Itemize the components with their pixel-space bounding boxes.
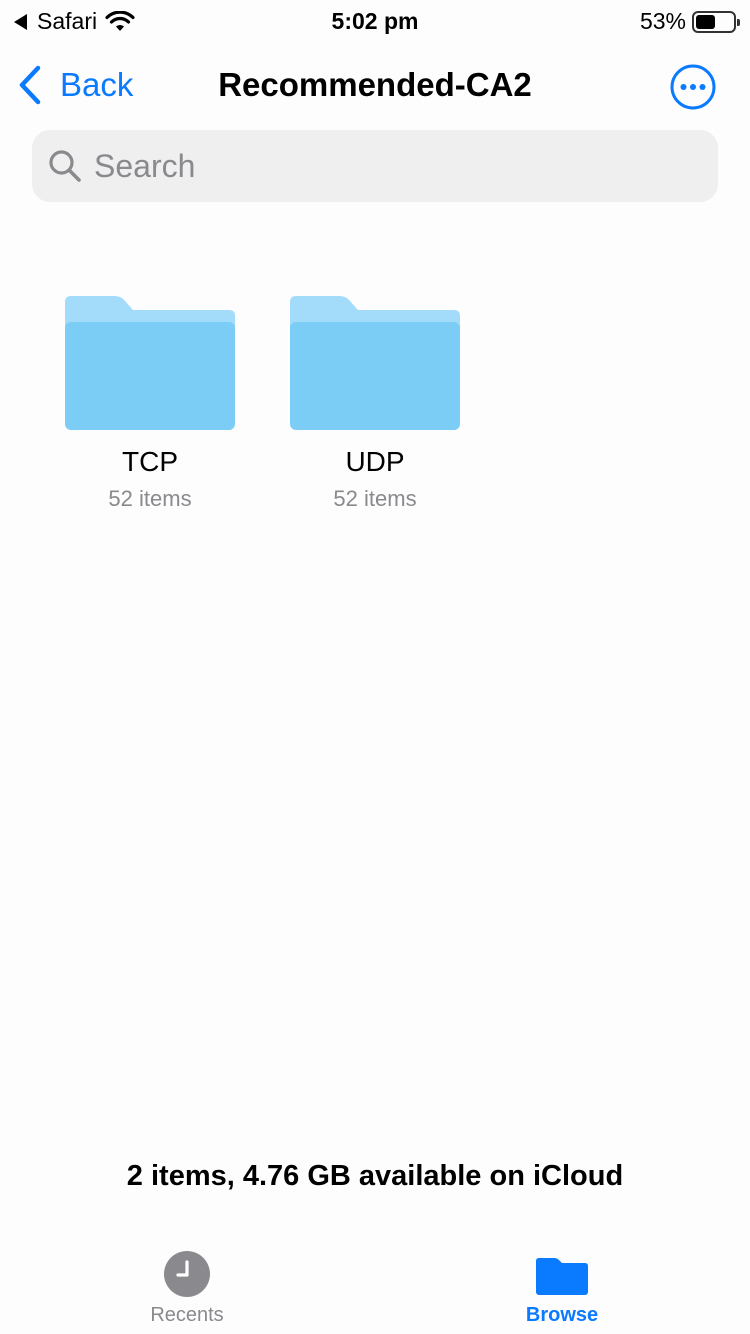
tab-label: Browse [525, 1304, 599, 1326]
navigation-bar: Back Recommended-CA2 [0, 52, 750, 118]
search-icon [49, 150, 81, 182]
search-field[interactable] [32, 130, 718, 202]
page-title: Recommended-CA2 [218, 66, 532, 103]
battery-percent: 53% [639, 8, 686, 34]
battery-level [696, 14, 716, 29]
battery-icon [692, 10, 740, 33]
folder-name: UDP [345, 446, 405, 477]
storage-info: 2 items, 4.76 GB available on iCloud [126, 1160, 624, 1192]
search-input[interactable] [94, 147, 694, 185]
folder-tcp[interactable]: TCP 52 items [40, 296, 260, 512]
folder-udp[interactable]: UDP 52 items [265, 296, 485, 512]
tab-browse[interactable]: Browse [462, 1250, 662, 1327]
folder-item-count: 52 items [108, 486, 192, 511]
folder-icon [536, 1258, 588, 1295]
ellipsis-circle-icon[interactable] [670, 64, 716, 110]
folder-item-count: 52 items [333, 486, 417, 511]
folder-icon [65, 296, 235, 430]
status-bar: Safari 5:02 pm 53% [0, 0, 750, 40]
status-time: 5:02 pm [331, 8, 419, 34]
folder-icon [290, 296, 460, 430]
clock-icon [164, 1251, 210, 1297]
tab-recents[interactable]: Recents [87, 1250, 287, 1327]
tab-label: Recents [150, 1304, 224, 1326]
folder-name: TCP [122, 446, 178, 477]
tab-bar: Recents Browse [0, 1240, 750, 1334]
